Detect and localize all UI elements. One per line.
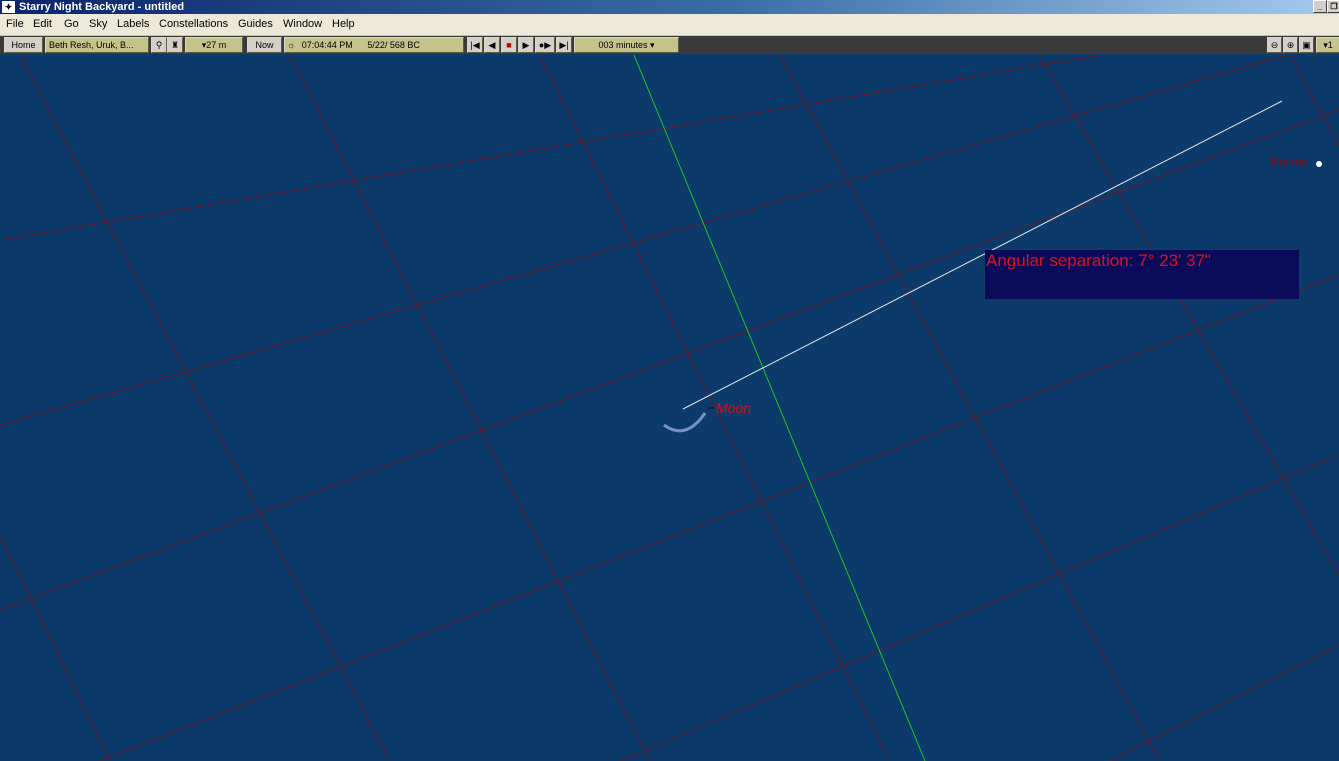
sky-grid — [0, 55, 1339, 761]
home-button[interactable]: Home — [4, 37, 43, 53]
real-time-button[interactable]: ●▶ — [535, 37, 555, 53]
menu-guides[interactable]: Guides — [237, 14, 274, 35]
time-step-value: 003 minutes — [598, 40, 648, 50]
date-value: 5/22/ 568 BC — [367, 40, 420, 50]
menu-go[interactable]: Go — [63, 14, 80, 35]
step-forward-button[interactable]: ▶| — [556, 37, 572, 53]
menu-edit[interactable]: Edit — [32, 14, 53, 35]
menu-constellations[interactable]: Constellations — [158, 14, 229, 35]
menu-help[interactable]: Help — [331, 14, 356, 35]
moon-crescent-icon[interactable] — [663, 412, 707, 433]
app-icon[interactable]: ✦ — [2, 1, 15, 13]
menu-bar: File Edit Go Sky Labels Constellations G… — [0, 14, 1339, 36]
play-backward-button[interactable]: ◀ — [484, 37, 500, 53]
menu-file[interactable]: File — [5, 14, 25, 35]
angular-separation-text: Angular separation: 7° 23' 37" — [986, 251, 1211, 270]
chevron-down-icon: ▾ — [650, 40, 655, 50]
zoom-fit-icon[interactable]: ▣ — [1299, 37, 1314, 53]
step-back-button[interactable]: |◀ — [467, 37, 483, 53]
meridian-line — [633, 55, 926, 761]
sun-icon: ☼ — [287, 40, 296, 50]
minimize-button[interactable]: _ — [1313, 0, 1327, 13]
telescope-icon[interactable]: ⚲ — [151, 37, 167, 53]
menu-labels[interactable]: Labels — [116, 14, 150, 35]
window-title: Starry Night Backyard - untitled — [19, 1, 185, 13]
sky-view[interactable]: Moon Polaris Angular separation: 7° 23' … — [0, 55, 1339, 761]
angular-separation-box: Angular separation: 7° 23' 37" — [985, 250, 1299, 299]
polaris-star-icon[interactable] — [1316, 161, 1322, 167]
viewer-icon[interactable]: ♜ — [167, 37, 183, 53]
time-step-dropdown[interactable]: 003 minutes ▾ — [574, 37, 679, 53]
moon-label[interactable]: Moon — [716, 400, 751, 416]
toolbar: Home Beth Resh, Uruk, B... ⚲ ♜ ▾27 m Now… — [0, 36, 1339, 54]
elevation-field[interactable]: ▾27 m — [185, 37, 243, 53]
zoom-out-icon[interactable]: ⊖ — [1267, 37, 1282, 53]
menu-sky[interactable]: Sky — [88, 14, 108, 35]
now-button[interactable]: Now — [247, 37, 282, 53]
coordinate-grid — [0, 55, 1339, 761]
time-date-field[interactable]: ☼ 07:04:44 PM 5/22/ 568 BC — [284, 37, 464, 53]
play-forward-button[interactable]: ▶ — [518, 37, 534, 53]
zoom-level-dropdown[interactable]: ▾1 — [1316, 37, 1339, 53]
stop-button[interactable]: ■ — [501, 37, 517, 53]
polaris-label[interactable]: Polaris — [1271, 155, 1308, 169]
restore-button[interactable]: ❐ — [1327, 0, 1339, 13]
time-value: 07:04:44 PM — [301, 40, 353, 50]
title-bar: ✦ Starry Night Backyard - untitled _ ❐ — [0, 0, 1339, 14]
menu-window[interactable]: Window — [282, 14, 323, 35]
location-field[interactable]: Beth Resh, Uruk, B... — [45, 37, 149, 53]
zoom-in-icon[interactable]: ⊕ — [1283, 37, 1298, 53]
